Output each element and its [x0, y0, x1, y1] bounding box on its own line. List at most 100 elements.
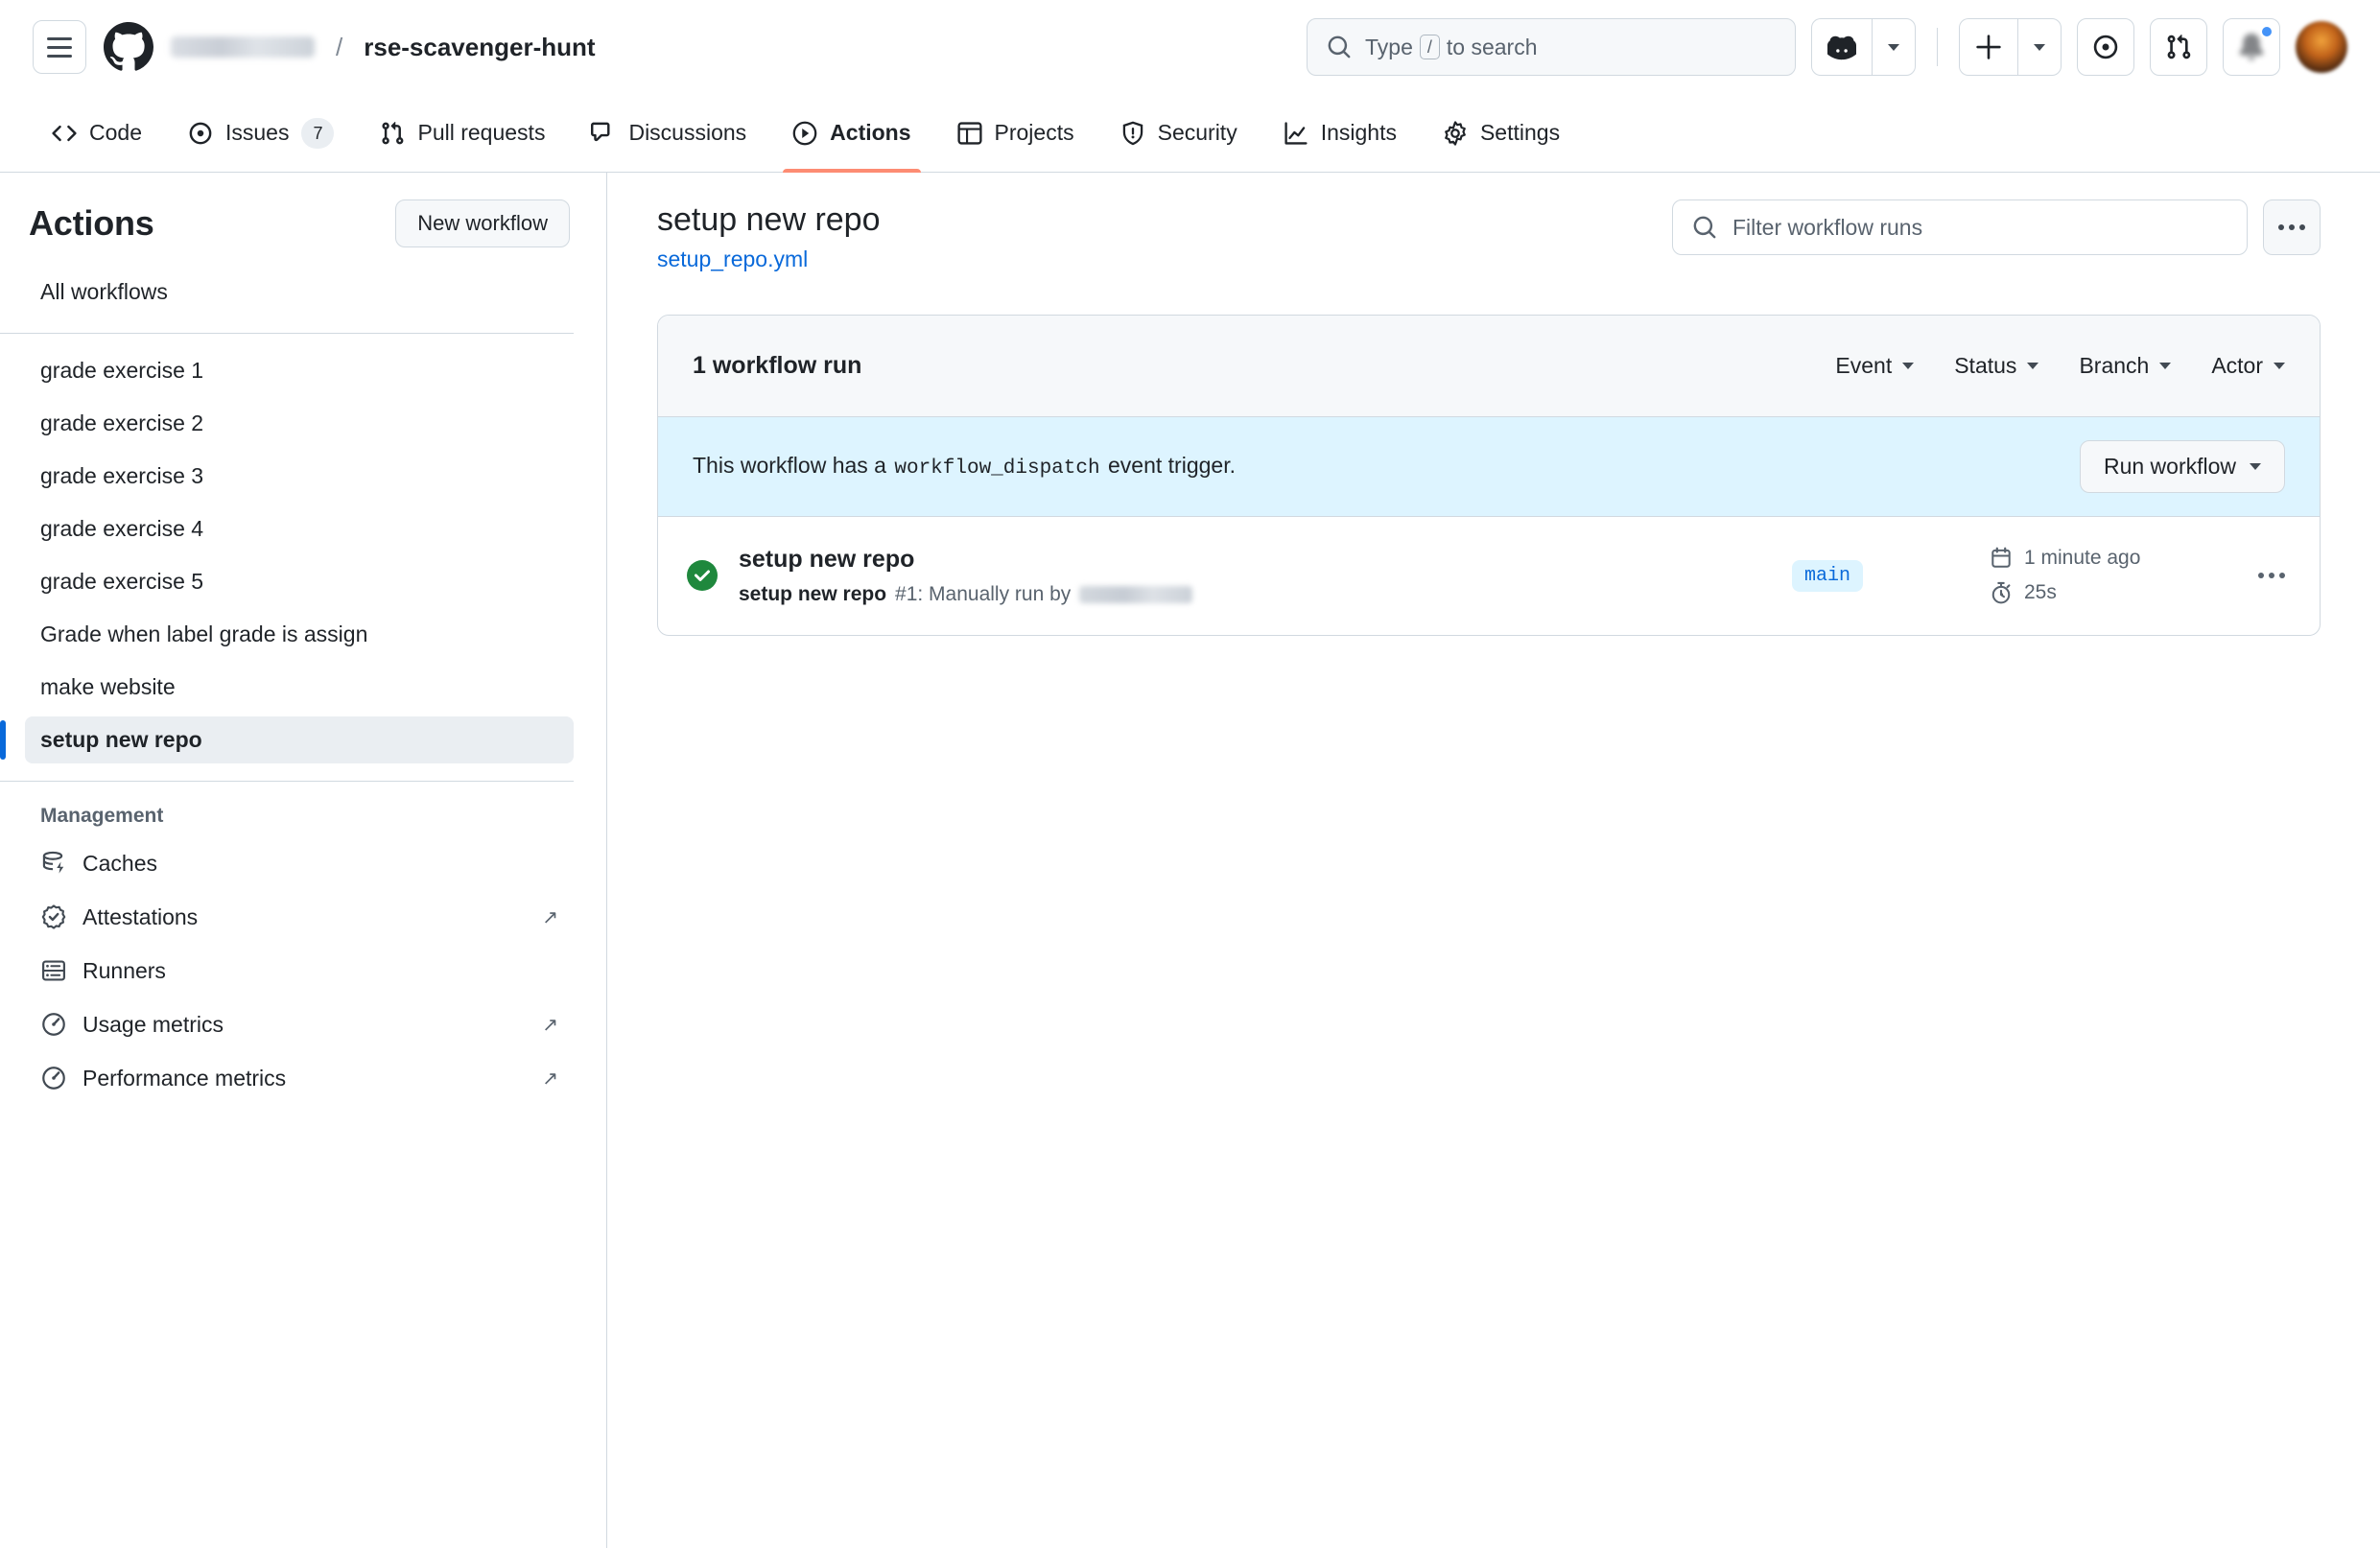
workflow-run-actor[interactable] — [1079, 585, 1193, 603]
run-workflow-button[interactable]: Run workflow — [2079, 439, 2285, 493]
sidebar-item-label: All workflows — [40, 279, 168, 304]
sidebar-item-label: Caches — [82, 850, 157, 876]
chevron-down-icon — [2250, 462, 2261, 470]
banner-text-before: This workflow has a — [693, 453, 886, 478]
external-link-icon: ↗ — [542, 906, 558, 928]
sidebar-item-runners[interactable]: Runners — [25, 947, 574, 995]
sidebar-item-grade-exercise-1[interactable]: grade exercise 1 — [25, 347, 574, 394]
filter-status-label: Status — [1954, 352, 2017, 378]
tab-issues-label: Issues — [224, 120, 290, 145]
sidebar-header: Actions New workflow — [25, 199, 574, 247]
sidebar-item-all-workflows[interactable]: All workflows — [25, 269, 574, 316]
sidebar-management-heading: Management — [40, 805, 164, 827]
tab-pull-requests[interactable]: Pull requests — [361, 94, 564, 172]
issues-header-button[interactable] — [2077, 18, 2134, 76]
create-new-dropdown-caret[interactable] — [2017, 18, 2062, 76]
tab-issues[interactable]: Issues 7 — [169, 94, 354, 172]
sidebar-item-make-website[interactable]: make website — [25, 664, 574, 711]
tab-discussions[interactable]: Discussions — [572, 94, 766, 172]
kebab-horizontal-icon — [2279, 573, 2285, 578]
filter-branch-dropdown[interactable]: Branch — [2079, 353, 2172, 379]
check-circle-fill-icon — [687, 560, 718, 591]
issues-count-badge: 7 — [301, 117, 335, 149]
create-new-split-button[interactable] — [1959, 18, 2062, 76]
breadcrumb-separator: / — [336, 32, 343, 61]
sidebar-item-setup-new-repo[interactable]: setup new repo — [0, 716, 574, 763]
sidebar-item-performance-metrics[interactable]: Performance metrics ↗ — [25, 1054, 574, 1102]
notifications-button[interactable] — [2223, 18, 2280, 76]
kebab-horizontal-icon — [2269, 573, 2274, 578]
sidebar-item-grade-exercise-5[interactable]: grade exercise 5 — [25, 558, 574, 605]
tab-settings[interactable]: Settings — [1424, 94, 1579, 172]
tab-insights-label: Insights — [1320, 120, 1397, 145]
workflow-run-title[interactable]: setup new repo — [739, 546, 1192, 574]
repo-name[interactable]: rse-scavenger-hunt — [364, 33, 595, 62]
branch-badge[interactable]: main — [1791, 559, 1863, 592]
filter-placeholder: Filter workflow runs — [1732, 214, 1923, 240]
workflow-run-info: setup new repo setup new repo #1: Manual… — [739, 546, 1193, 606]
sidebar-item-label: grade exercise 3 — [40, 463, 204, 488]
tab-code[interactable]: Code — [33, 94, 161, 172]
sidebar-item-grade-when-label-grade-is-assign[interactable]: Grade when label grade is assign — [25, 611, 574, 658]
meter-icon — [40, 1011, 67, 1038]
filter-workflow-runs-input[interactable]: Filter workflow runs — [1672, 199, 2248, 255]
user-avatar[interactable] — [2296, 21, 2347, 73]
sidebar-item-usage-metrics[interactable]: Usage metrics ↗ — [25, 1000, 574, 1048]
page-body: Actions New workflow All workflows grade… — [0, 173, 2380, 1548]
header-actions: Type / to search — [1307, 18, 2347, 76]
workflow-run-meta: 1 minute ago 25s — [1990, 547, 2210, 604]
repo-owner-name[interactable] — [171, 36, 315, 58]
issue-opened-icon — [2093, 35, 2118, 59]
kebab-horizontal-icon — [2289, 224, 2295, 230]
workflow-run-time-label: 1 minute ago — [2024, 547, 2141, 569]
pull-requests-header-button[interactable] — [2150, 18, 2207, 76]
workflow-run-overflow-menu[interactable] — [2258, 573, 2285, 578]
main-content: setup new repo setup_repo.yml Filter wor… — [607, 173, 2380, 1548]
filter-actor-dropdown[interactable]: Actor — [2211, 353, 2285, 379]
notification-indicator-dot — [2260, 25, 2274, 38]
tab-insights[interactable]: Insights — [1264, 94, 1416, 172]
sidebar-item-label: Runners — [82, 957, 166, 983]
search-icon — [1328, 35, 1351, 59]
gear-icon — [1445, 120, 1466, 146]
plus-icon[interactable] — [1959, 18, 2017, 76]
workflow-header-text: setup new repo setup_repo.yml — [657, 199, 881, 272]
workflow-overflow-menu-button[interactable] — [2263, 199, 2321, 255]
tab-actions-label: Actions — [830, 120, 911, 145]
comment-discussion-icon — [591, 122, 610, 141]
search-placeholder-post: to search — [1446, 34, 1538, 59]
play-circle-icon — [792, 121, 817, 145]
sidebar-item-grade-exercise-3[interactable]: grade exercise 3 — [25, 453, 574, 500]
sidebar-item-caches[interactable]: Caches — [25, 839, 574, 887]
workflow-dispatch-banner: This workflow has a workflow_dispatch ev… — [658, 416, 2320, 517]
filter-event-dropdown[interactable]: Event — [1835, 353, 1915, 379]
sidebar-item-attestations[interactable]: Attestations ↗ — [25, 893, 574, 941]
tab-projects[interactable]: Projects — [938, 94, 1094, 172]
copilot-split-button[interactable] — [1811, 18, 1916, 76]
tab-pull-requests-label: Pull requests — [417, 120, 546, 145]
global-search-input[interactable]: Type / to search — [1307, 18, 1796, 76]
copilot-dropdown-caret[interactable] — [1872, 18, 1916, 76]
copilot-icon[interactable] — [1811, 18, 1872, 76]
workflow-header-actions: Filter workflow runs — [1672, 199, 2321, 255]
tab-security[interactable]: Security — [1101, 94, 1257, 172]
tab-actions[interactable]: Actions — [773, 94, 930, 173]
workflow-run-duration: 25s — [1990, 581, 2210, 604]
verified-badge-icon — [40, 903, 67, 930]
sidebar-item-grade-exercise-2[interactable]: grade exercise 2 — [25, 400, 574, 447]
workflow-run-count: 1 workflow run — [693, 351, 862, 379]
header-divider — [1937, 28, 1938, 66]
workflow-run-row[interactable]: setup new repo setup new repo #1: Manual… — [658, 517, 2320, 635]
workflow-runs-card: 1 workflow run Event Status Branch Actor… — [657, 314, 2321, 636]
filter-status-dropdown[interactable]: Status — [1954, 352, 2039, 379]
new-workflow-button[interactable]: New workflow — [395, 199, 570, 247]
workflow-file-link[interactable]: setup_repo.yml — [657, 246, 808, 272]
hamburger-menu-icon[interactable] — [33, 20, 86, 74]
workflow-run-time: 1 minute ago — [1990, 547, 2210, 570]
hamburger-bar — [47, 45, 72, 49]
github-logo-icon[interactable] — [104, 22, 153, 72]
global-header: / rse-scavenger-hunt Type / to search — [0, 0, 2380, 94]
sidebar-item-label: Usage metrics — [82, 1011, 224, 1037]
tab-code-label: Code — [89, 120, 142, 145]
sidebar-item-grade-exercise-4[interactable]: grade exercise 4 — [25, 505, 574, 552]
